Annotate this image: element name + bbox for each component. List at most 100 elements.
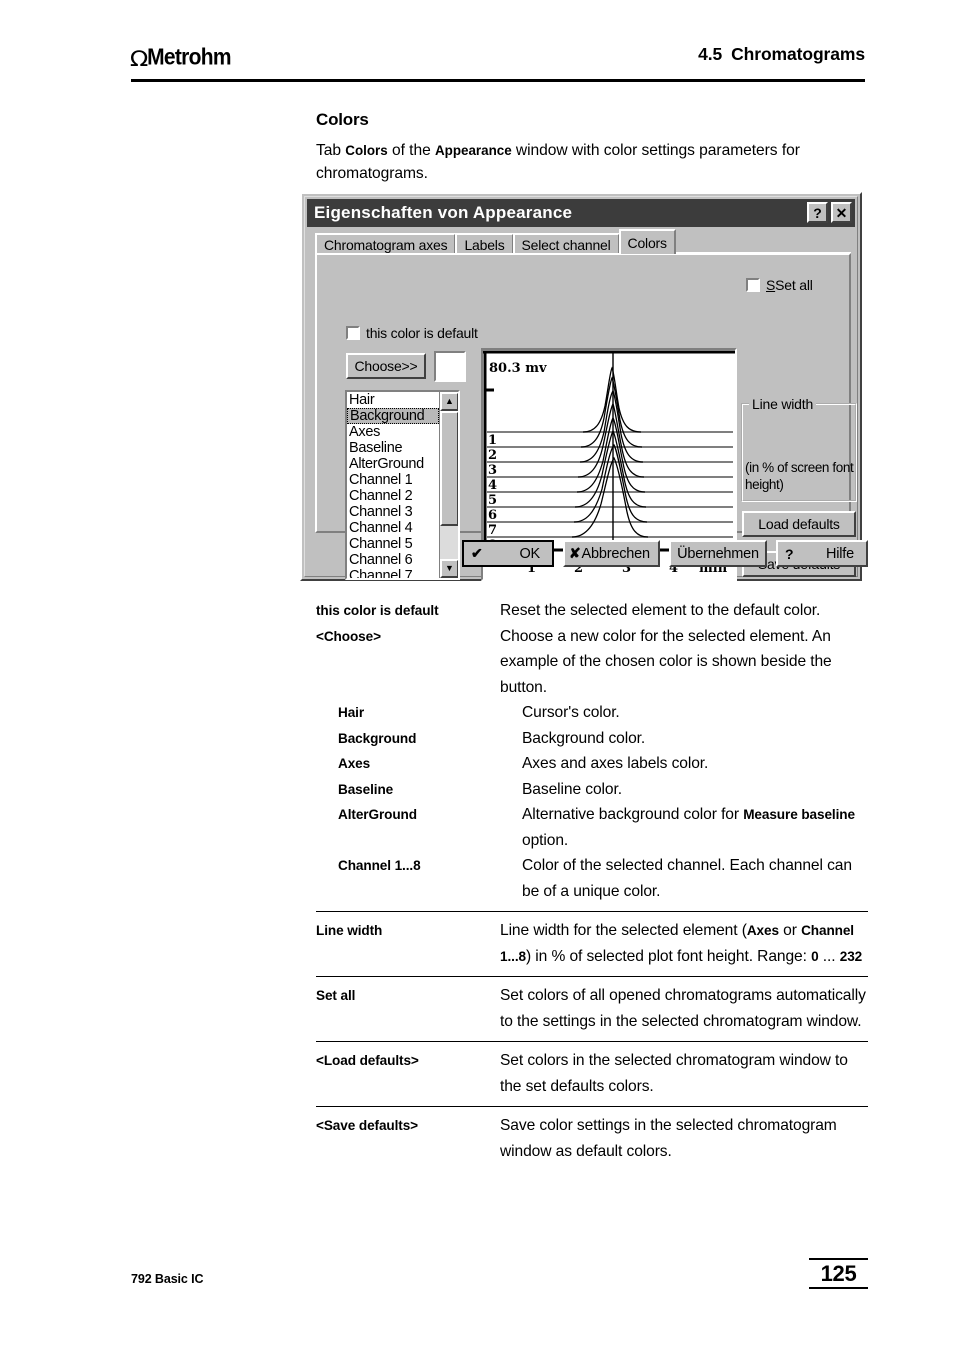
help-label: Hilfe bbox=[825, 545, 854, 562]
table-row: Hair Cursor's color. bbox=[316, 700, 868, 726]
appearance-dialog: Eigenschaften von Appearance ? ✕ Chromat… bbox=[300, 192, 868, 581]
set-all-checkbox[interactable]: SSet all bbox=[746, 277, 813, 293]
tab-labels[interactable]: Labels bbox=[455, 233, 514, 254]
definition-term: Background bbox=[338, 730, 417, 746]
tab-chromatogram-axes[interactable]: Chromatogram axes bbox=[315, 233, 457, 254]
apply-label: Übernehmen bbox=[677, 545, 759, 562]
choose-color-button[interactable]: Choose>> bbox=[346, 353, 426, 379]
list-item[interactable]: Baseline bbox=[347, 440, 437, 456]
tab-select-channel[interactable]: Select channel bbox=[512, 233, 620, 254]
definition-description: Alternative background color for Measure… bbox=[522, 802, 868, 853]
definition-description: Set colors in the selected chromatogram … bbox=[500, 1052, 848, 1095]
listbox-scrollbar[interactable]: ▲ ▼ bbox=[439, 392, 458, 578]
list-item[interactable]: Axes bbox=[347, 424, 437, 440]
table-row: this color is default Reset the selected… bbox=[316, 598, 868, 624]
question-mark-icon: ? bbox=[785, 545, 794, 562]
checkbox-box-icon bbox=[746, 278, 760, 292]
table-row: Baseline Baseline color. bbox=[316, 777, 868, 803]
list-item[interactable]: Hair bbox=[347, 392, 437, 408]
list-item[interactable]: Background bbox=[347, 408, 439, 424]
parameter-definition-table: this color is default Reset the selected… bbox=[316, 598, 868, 1164]
list-item[interactable]: Channel 2 bbox=[347, 488, 437, 504]
chart-ymax-label: 80.3 mv bbox=[489, 361, 547, 376]
line-width-note: (in % of screen font height) bbox=[745, 460, 854, 492]
this-color-is-default-label: this color is default bbox=[366, 325, 478, 341]
list-item[interactable]: Channel 6 bbox=[347, 552, 437, 568]
definition-term: <Choose> bbox=[316, 628, 381, 644]
intro-text-b: of the bbox=[387, 142, 435, 159]
svg-text:1: 1 bbox=[488, 433, 497, 448]
scroll-down-arrow-icon[interactable]: ▼ bbox=[440, 559, 458, 578]
definition-term: Hair bbox=[338, 705, 365, 720]
choose-button-label: Choose>> bbox=[354, 358, 418, 374]
list-item[interactable]: AlterGround bbox=[347, 456, 437, 472]
load-defaults-button[interactable]: Load defaults bbox=[742, 511, 856, 537]
colors-tab-panel: this color is default Choose>> Hair Back… bbox=[315, 253, 857, 581]
page-header: Ω Metrohm 4.5 Chromatograms bbox=[130, 42, 865, 82]
dialog-tabstrip: Chromatogram axes Labels Select channel … bbox=[315, 229, 851, 254]
ok-label: OK bbox=[519, 545, 540, 562]
definition-description: Baseline color. bbox=[522, 780, 622, 798]
close-icon-button[interactable]: ✕ bbox=[831, 202, 852, 223]
svg-text:3: 3 bbox=[488, 463, 497, 478]
scrollbar-thumb[interactable] bbox=[440, 411, 458, 526]
desc-part: or bbox=[778, 922, 802, 939]
intro-window-name: Appearance bbox=[434, 143, 512, 158]
list-item[interactable]: Channel 3 bbox=[347, 504, 437, 520]
definition-term: Baseline bbox=[338, 781, 394, 797]
definition-description: Reset the selected element to the defaul… bbox=[500, 602, 821, 619]
chart-baseline-labels: 1 2 3 4 5 6 7 8 bbox=[488, 433, 497, 553]
listbox-items: Hair Background Axes Baseline AlterGroun… bbox=[347, 392, 439, 578]
ok-button[interactable]: ✔ OK bbox=[462, 540, 554, 567]
this-color-is-default-checkbox[interactable]: this color is default bbox=[346, 325, 478, 341]
definition-term: Channel 1...8 bbox=[338, 858, 421, 873]
check-icon: ✔ bbox=[471, 545, 483, 561]
table-divider bbox=[316, 1041, 868, 1042]
page-title: Colors bbox=[316, 110, 369, 129]
header-divider bbox=[131, 79, 865, 82]
tab-colors[interactable]: Colors bbox=[618, 229, 676, 254]
definition-description: Choose a new color for the selected elem… bbox=[500, 627, 832, 696]
definition-description: Background color. bbox=[522, 729, 646, 747]
svg-text:4: 4 bbox=[488, 478, 497, 493]
svg-text:5: 5 bbox=[488, 493, 497, 508]
chosen-color-swatch bbox=[434, 351, 466, 382]
definition-term: Set all bbox=[316, 988, 356, 1003]
intro-tab-name: Colors bbox=[345, 143, 388, 158]
table-row: <Choose> Choose a new color for the sele… bbox=[316, 624, 868, 701]
svg-text:7: 7 bbox=[488, 523, 497, 538]
header-section-title: 4.5 Chromatograms bbox=[698, 44, 865, 65]
desc-range-max: 232 bbox=[839, 948, 863, 964]
scroll-up-arrow-icon[interactable]: ▲ bbox=[440, 392, 458, 411]
apply-button[interactable]: Übernehmen bbox=[669, 540, 767, 567]
help-button[interactable]: ? Hilfe bbox=[776, 540, 868, 567]
scrollbar-track[interactable] bbox=[440, 526, 458, 563]
dialog-title: Eigenschaften von Appearance bbox=[314, 203, 573, 222]
list-item[interactable]: Channel 5 bbox=[347, 536, 437, 552]
table-row: Line width Line width for the selected e… bbox=[316, 918, 868, 969]
desc-range-min: 0 bbox=[811, 948, 819, 964]
definition-term: this color is default bbox=[316, 603, 439, 618]
list-item[interactable]: Channel 1 bbox=[347, 472, 437, 488]
page-number: 125 bbox=[820, 1261, 857, 1286]
cancel-button[interactable]: ✘ Abbrechen bbox=[563, 540, 660, 567]
dialog-titlebar[interactable]: Eigenschaften von Appearance ? ✕ bbox=[307, 199, 855, 227]
desc-part: ... bbox=[818, 947, 840, 965]
help-icon-button[interactable]: ? bbox=[807, 202, 828, 223]
table-row: Set all Set colors of all opened chromat… bbox=[316, 983, 868, 1034]
desc-emphasis: Axes bbox=[746, 923, 779, 938]
titlebar-buttons: ? ✕ bbox=[807, 202, 852, 223]
list-item[interactable]: Channel 4 bbox=[347, 520, 437, 536]
table-row: Axes Axes and axes labels color. bbox=[316, 751, 868, 777]
metrohm-logo: Ω Metrohm bbox=[130, 42, 232, 70]
load-defaults-label: Load defaults bbox=[758, 516, 840, 532]
definition-description: Set colors of all opened chromatograms a… bbox=[500, 987, 866, 1030]
set-all-text: Set all bbox=[775, 277, 813, 293]
line-width-groupbox: Line width (in % of screen font height) bbox=[741, 396, 857, 502]
list-item[interactable]: Channel 7 bbox=[347, 568, 437, 578]
header-section-number: 4.5 bbox=[698, 44, 723, 64]
color-element-listbox[interactable]: Hair Background Axes Baseline AlterGroun… bbox=[345, 390, 460, 580]
logo-wordmark: Metrohm bbox=[147, 44, 231, 70]
definition-description: Color of the selected channel. Each chan… bbox=[522, 857, 852, 900]
table-row: AlterGround Alternative background color… bbox=[316, 802, 868, 853]
